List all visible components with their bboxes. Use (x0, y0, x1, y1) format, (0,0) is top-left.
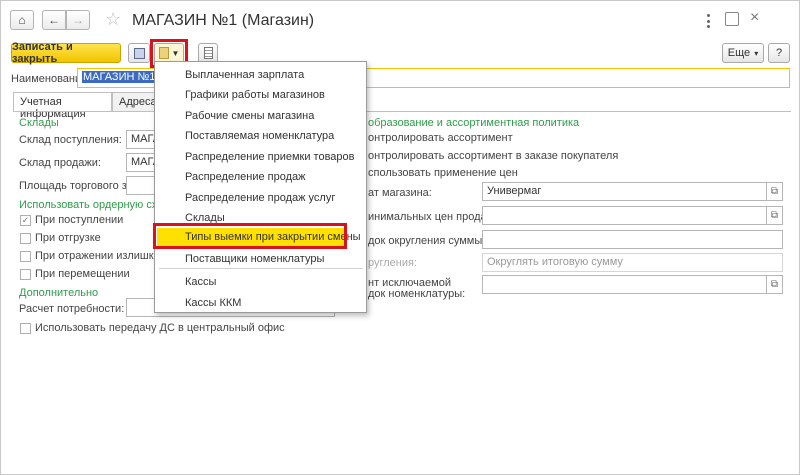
favorite-star-icon[interactable]: ☆ (105, 9, 121, 30)
tab-addresses[interactable]: Адреса, (112, 92, 160, 112)
warehouses-group-title: Склады (19, 117, 59, 129)
save-button[interactable] (128, 43, 150, 63)
receipt-checkbox-label: При поступлении (35, 214, 124, 226)
receipt-checkbox[interactable]: ✓ (20, 215, 31, 226)
menu-item-suppliers[interactable]: Поставщики номенклатуры (185, 253, 324, 265)
store-format-open-icon[interactable]: ⧉ (767, 182, 783, 201)
menu-divider (159, 268, 363, 269)
tab-account-info[interactable]: Учетная информация (13, 92, 112, 120)
sales-area-input[interactable] (126, 176, 156, 195)
shipment-checkbox[interactable] (20, 233, 31, 244)
cash-transfer-label: Использовать передачу ДС в центральный о… (35, 322, 285, 334)
form-window: ⌂ ← → ☆ МАГАЗИН №1 (Магазин) × Записать … (0, 0, 800, 475)
tab-divider (13, 111, 791, 112)
menu-item-supplied-items[interactable]: Поставляемая номенклатура (185, 130, 334, 142)
help-button[interactable]: ? (768, 43, 790, 63)
surplus-checkbox[interactable] (20, 251, 31, 262)
excluded-label-line2: док номенклатуры: (368, 288, 466, 300)
menu-item-receipt-distribution[interactable]: Распределение приемки товаров (185, 151, 355, 163)
menu-item-services-distribution[interactable]: Распределение продаж услуг (185, 192, 335, 204)
pricing-group-title: образование и ассортиментная политика (368, 117, 580, 129)
home-button[interactable]: ⌂ (10, 10, 34, 30)
name-selected-text: МАГАЗИН №1 (82, 71, 157, 83)
forward-button[interactable]: → (66, 10, 90, 30)
menu-item-store-schedules[interactable]: Графики работы магазинов (185, 89, 325, 101)
control-assortment-order-label: онтролировать ассортимент в заказе покуп… (368, 150, 619, 162)
menu-item-sales-distribution[interactable]: Распределение продаж (185, 171, 305, 183)
close-window-icon[interactable]: × (750, 9, 759, 27)
related-documents-menu: Выплаченная зарплата Графики работы мага… (154, 61, 367, 313)
list-icon (203, 47, 213, 59)
rounding-order-input[interactable] (482, 230, 783, 249)
cash-transfer-checkbox[interactable] (20, 323, 31, 334)
sale-warehouse-input[interactable]: МАГАЗ (126, 153, 156, 172)
more-menu-button[interactable]: Еще ▾ (722, 43, 764, 63)
arrow-right-icon: → (72, 13, 84, 27)
receipt-warehouse-label: Склад поступления: (19, 134, 122, 146)
min-price-input[interactable] (482, 206, 767, 225)
list-button[interactable] (198, 43, 218, 63)
window-title: МАГАЗИН №1 (Магазин) (132, 12, 315, 29)
menu-item-store-shifts[interactable]: Рабочие смены магазина (185, 110, 314, 122)
use-prices-label: спользовать применение цен (368, 167, 518, 179)
excluded-input[interactable] (482, 275, 767, 294)
floppy-disk-icon (133, 47, 145, 59)
store-format-label: ат магазина: (368, 187, 432, 199)
rounding-label: ругления: (368, 257, 418, 269)
arrow-left-icon: ← (48, 13, 60, 27)
menu-item-paid-salary[interactable]: Выплаченная зарплата (185, 69, 304, 81)
back-button[interactable]: ← (42, 10, 66, 30)
window-link-icon[interactable] (725, 12, 739, 26)
additional-group-title: Дополнительно (19, 287, 99, 299)
demand-calc-label: Расчет потребности: (19, 303, 125, 315)
receipt-warehouse-input[interactable]: МАГАЗ (126, 130, 156, 149)
order-scheme-group-title: Использовать ордерную схему (19, 199, 177, 211)
control-assortment-label: онтролировать ассортимент (368, 132, 513, 144)
shipment-checkbox-label: При отгрузке (35, 232, 101, 244)
more-arrow-icon: ▾ (754, 48, 759, 58)
home-icon: ⌂ (18, 13, 26, 27)
menu-item-kkm-registers[interactable]: Кассы ККМ (185, 297, 241, 309)
min-price-open-icon[interactable]: ⧉ (767, 206, 783, 225)
store-format-input[interactable]: Универмаг (482, 182, 767, 201)
more-label: Еще (727, 47, 751, 59)
highlight-frame-menu-item (153, 223, 347, 249)
more-vertical-icon[interactable] (701, 14, 715, 28)
rounding-input[interactable]: Округлять итоговую сумму (482, 253, 783, 272)
transfer-checkbox-label: При перемещении (35, 268, 130, 280)
save-close-button[interactable]: Записать и закрыть (11, 41, 121, 65)
menu-item-cash-registers[interactable]: Кассы (185, 276, 216, 288)
excluded-open-icon[interactable]: ⧉ (767, 275, 783, 294)
sale-warehouse-label: Склад продажи: (19, 157, 101, 169)
transfer-checkbox[interactable] (20, 269, 31, 280)
